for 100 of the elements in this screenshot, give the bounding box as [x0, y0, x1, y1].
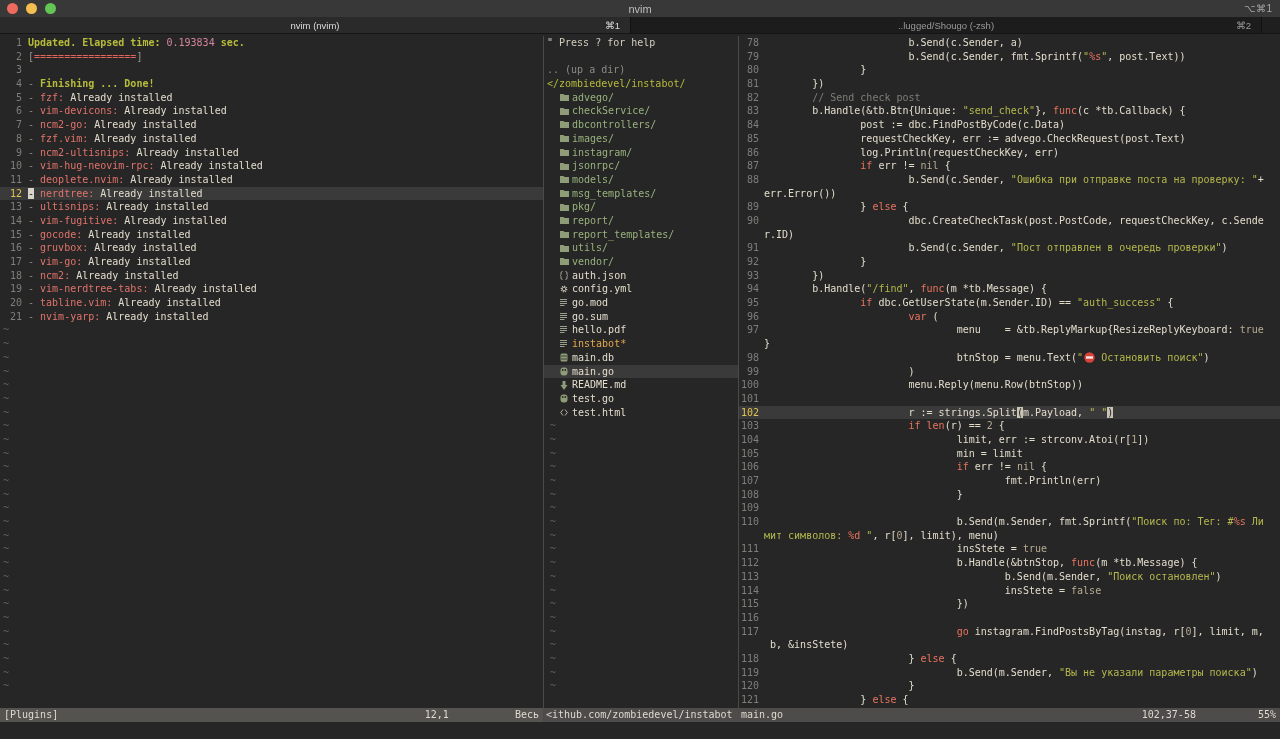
line-number: 107	[739, 474, 759, 488]
tree-item[interactable]: hello.pdf	[544, 323, 738, 338]
code-line: }	[955, 487, 963, 502]
code-line: insStete = true	[955, 542, 1047, 557]
log-line: - gruvbox: Already installed	[28, 241, 197, 255]
code-line: post := dbc.FindPostByCode(c.Data)	[859, 118, 1066, 132]
code-line: if len(r) == 2 {	[907, 419, 1005, 433]
empty-line-marker: ~	[2, 378, 10, 392]
empty-line-marker: ~	[2, 610, 10, 625]
tree-item[interactable]: report/	[544, 213, 738, 228]
empty-line-marker: ~	[2, 665, 10, 680]
log-line: - ncm2-go: Already installed	[28, 118, 197, 132]
tree-item[interactable]: jsonrpc/	[544, 159, 738, 173]
empty-line-marker: ~	[549, 487, 557, 502]
minimize-button[interactable]	[26, 3, 37, 14]
tree-item[interactable]: config.yml	[544, 282, 738, 297]
line-number: 82	[745, 90, 759, 105]
log-line: - vim-hug-neovim-rpc: Already installed	[28, 159, 263, 173]
line-number: 15	[8, 227, 22, 242]
line-number: 8	[14, 131, 22, 146]
line-number: 1	[14, 36, 22, 50]
tree-item[interactable]: report_templates/	[544, 227, 738, 242]
line-number: 93	[745, 268, 759, 283]
line-number: 97	[745, 323, 759, 338]
line-number: 118	[739, 651, 759, 666]
tree-item[interactable]: test.go	[544, 391, 738, 406]
tree-item[interactable]: test.html	[544, 405, 738, 420]
scroll-position: Весь	[514, 708, 539, 722]
tree-item[interactable]: models/	[544, 172, 738, 187]
line-number: 11	[8, 172, 22, 187]
code-line: if err != nil {	[955, 460, 1047, 474]
code-line: var (	[907, 309, 939, 324]
close-button[interactable]	[7, 3, 18, 14]
empty-line-marker: ~	[549, 515, 557, 529]
code-line: })	[955, 597, 969, 611]
line-number: 108	[739, 487, 759, 502]
tree-item[interactable]: instagram/	[544, 145, 738, 160]
zoom-button[interactable]	[45, 3, 56, 14]
braces-icon	[560, 271, 568, 281]
code-line: }	[859, 63, 867, 78]
line-number: 85	[745, 131, 759, 146]
code-line: мит символов: %d ", r[0], limit), menu)	[764, 528, 999, 543]
gear-icon	[560, 285, 568, 294]
code-line: }	[764, 337, 771, 351]
tree-item[interactable]: main.db	[544, 350, 738, 365]
log-line: - vim-fugitive: Already installed	[28, 213, 227, 228]
line-number: 4	[14, 77, 22, 91]
tree-item[interactable]: go.sum	[544, 309, 738, 324]
empty-line-marker: ~	[549, 528, 557, 543]
code-line: }	[907, 679, 915, 693]
line-number: 2	[14, 49, 22, 64]
empty-line-marker: ~	[549, 501, 557, 516]
empty-line-marker: ~	[2, 405, 10, 420]
empty-line-marker: ~	[549, 610, 557, 625]
log-line: - gocode: Already installed	[28, 227, 191, 242]
code-line: // Send check post	[811, 90, 921, 105]
line-number: 91	[745, 241, 759, 255]
log-line: Updated. Elapsed time: 0.193834 sec.	[28, 36, 245, 50]
buffer-name: main.go	[741, 708, 784, 722]
line-number: 80	[745, 63, 759, 78]
code-line: b, &insStete)	[769, 638, 849, 652]
empty-line-marker: ~	[549, 419, 557, 433]
tree-item[interactable]: utils/	[544, 241, 738, 255]
cursor-position: 12,1	[424, 708, 449, 722]
line-number: 109	[739, 501, 759, 516]
line-number: 120	[739, 679, 759, 693]
tree-item[interactable]: msg_templates/	[544, 186, 738, 201]
log-line: - tabline.vim: Already installed	[28, 296, 221, 310]
empty-line-marker: ~	[2, 651, 10, 666]
line-number: 87	[745, 159, 759, 173]
tree-item[interactable]: README.md	[544, 378, 738, 392]
terminal-tab[interactable]: nvim (nvim) ⌘1	[0, 17, 631, 33]
gopher-icon	[560, 366, 568, 376]
code-line: b.Send(m.Sender, "Вы не указали параметры поиска")	[955, 665, 1258, 680]
tree-item[interactable]: vendor/	[544, 255, 738, 269]
code-line: } else {	[859, 693, 909, 707]
tree-item[interactable]: dbcontrollers/	[544, 118, 738, 132]
line-number: 18	[8, 268, 22, 283]
code-line: b.Send(m.Sender, "Поиск остановлен")	[1003, 569, 1222, 584]
tree-item[interactable]: auth.json	[544, 268, 738, 283]
tree-item[interactable]: images/	[544, 131, 738, 146]
tree-item[interactable]: go.mod	[544, 296, 738, 310]
tree-item[interactable]: instabot*	[544, 337, 738, 351]
log-line: - nvim-yarp: Already installed	[28, 309, 209, 324]
buffer-name: [Plugins]	[4, 708, 59, 722]
stop-sign-icon	[1083, 352, 1095, 364]
tree-item[interactable]: main.go	[544, 364, 738, 379]
tree-item[interactable]: checkService/	[544, 104, 738, 119]
code-line: } else {	[907, 651, 957, 666]
line-number: 12	[8, 186, 22, 201]
code-line: b.Send(m.Sender, fmt.Sprintf("Поиск по: Тег: #%s Ли	[955, 515, 1264, 529]
line-number: 5	[14, 90, 22, 105]
log-line: - nerdtree: Already installed	[28, 186, 203, 201]
empty-line-marker: ~	[549, 651, 557, 666]
parent-dir-link[interactable]: .. (up a dir)	[547, 63, 626, 78]
empty-line-marker: ~	[2, 474, 10, 488]
line-number: 79	[745, 49, 759, 64]
code-line: }	[859, 255, 867, 269]
tree-item[interactable]: advego/	[544, 90, 738, 105]
tree-item[interactable]: pkg/	[544, 200, 738, 214]
